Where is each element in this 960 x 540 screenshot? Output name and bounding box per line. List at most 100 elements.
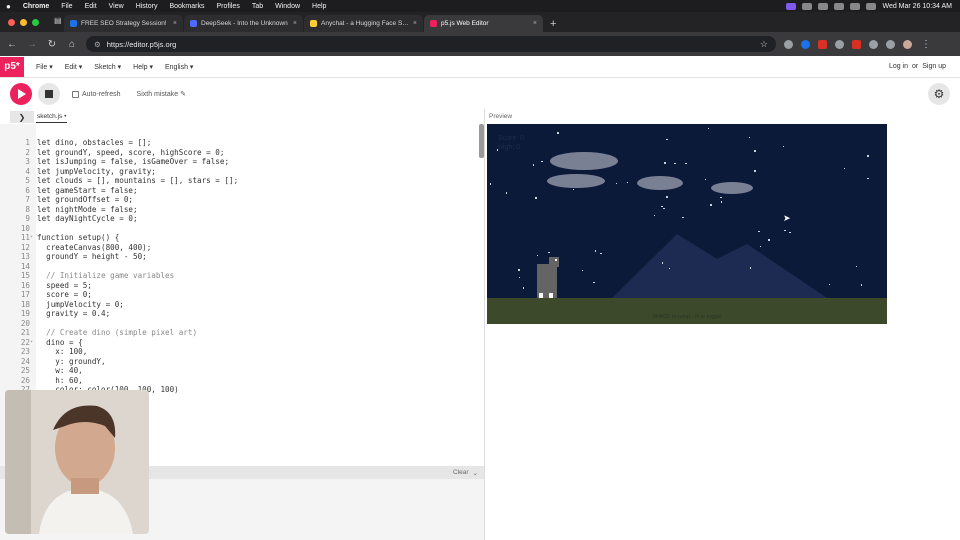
fold-toggle-icon[interactable] — [30, 319, 37, 329]
code-line[interactable]: 2 let groundY, speed, score, highScore = … — [0, 148, 238, 158]
code-text[interactable]: let isJumping = false, isGameOver = fals… — [37, 157, 229, 167]
close-tab-icon[interactable]: × — [173, 20, 177, 27]
search-icon[interactable] — [850, 2, 861, 10]
fold-toggle-icon[interactable] — [30, 347, 37, 357]
back-arrow-icon[interactable]: ← — [6, 39, 18, 50]
chrome-menu-icon[interactable]: ⋮ — [920, 39, 932, 50]
menu-help[interactable]: Help — [306, 3, 332, 10]
minimize-window-icon[interactable] — [20, 19, 27, 26]
fold-toggle-icon[interactable] — [30, 186, 37, 196]
play-button[interactable] — [10, 83, 32, 105]
fold-toggle-icon[interactable] — [30, 224, 37, 234]
battery-icon[interactable] — [818, 2, 829, 10]
forward-arrow-icon[interactable]: → — [26, 39, 38, 50]
menubar-clock[interactable]: Wed Mar 26 10:34 AM — [882, 3, 952, 10]
code-line[interactable]: 5 let clouds = [], mountains = [], stars … — [0, 176, 238, 186]
close-tab-icon[interactable]: × — [413, 20, 417, 27]
fold-toggle-icon[interactable] — [30, 357, 37, 367]
code-text[interactable]: groundY = height - 50; — [37, 252, 147, 262]
menu-file[interactable]: File — [55, 3, 78, 10]
code-text[interactable]: dino = { — [37, 338, 83, 348]
p5-menu-help[interactable]: Help ▾ — [127, 63, 159, 71]
code-line[interactable]: 12 createCanvas(800, 400); — [0, 243, 238, 253]
pane-divider[interactable] — [484, 109, 485, 540]
extension-icon-3[interactable] — [818, 39, 827, 49]
screen-record-icon[interactable] — [802, 2, 813, 10]
browser-tab[interactable]: DeepSeek - Into the Unknown × — [184, 15, 303, 32]
p5-logo[interactable]: p5* — [0, 56, 24, 77]
menu-history[interactable]: History — [130, 3, 164, 10]
p5-menu-file[interactable]: File ▾ — [30, 63, 59, 71]
code-line[interactable]: 24 y: groundY, — [0, 357, 238, 367]
code-line[interactable]: 22 ▾ dino = { — [0, 338, 238, 348]
code-lines[interactable]: 1 let dino, obstacles = []; 2 let groundY, … — [0, 138, 238, 433]
reload-icon[interactable]: ↻ — [46, 39, 58, 50]
fold-toggle-icon[interactable] — [30, 243, 37, 253]
fold-toggle-icon[interactable] — [30, 300, 37, 310]
extension-icon-2[interactable] — [801, 39, 810, 49]
code-line[interactable]: 3 let isJumping = false, isGameOver = fal… — [0, 157, 238, 167]
menu-view[interactable]: View — [103, 3, 130, 10]
sketch-name[interactable]: Sixth mistake ✎ — [137, 90, 186, 98]
fold-toggle-icon[interactable] — [30, 195, 37, 205]
code-text[interactable]: let clouds = [], mountains = [], stars =… — [37, 176, 238, 186]
fold-toggle-icon[interactable] — [30, 366, 37, 376]
code-text[interactable]: w: 40, — [37, 366, 82, 376]
browser-tab[interactable]: p5.js Web Editor × — [424, 15, 543, 32]
sidebar-toggle-button[interactable]: ❯ — [10, 111, 34, 123]
menu-tab[interactable]: Tab — [246, 3, 269, 10]
code-line[interactable]: 17 score = 0; — [0, 290, 238, 300]
menu-edit[interactable]: Edit — [79, 3, 103, 10]
fold-toggle-icon[interactable] — [30, 290, 37, 300]
code-text[interactable]: let groundY, speed, score, highScore = 0… — [37, 148, 224, 158]
code-text[interactable]: function setup() { — [37, 233, 119, 243]
signup-link[interactable]: Sign up — [922, 63, 946, 70]
fold-toggle-icon[interactable] — [30, 271, 37, 281]
menu-profiles[interactable]: Profiles — [210, 3, 245, 10]
close-tab-icon[interactable]: × — [293, 20, 297, 27]
apple-icon[interactable]: ● — [0, 2, 17, 11]
code-line[interactable]: 15 // Initialize game variables — [0, 271, 238, 281]
code-line[interactable]: 10 — [0, 224, 238, 234]
fold-toggle-icon[interactable] — [30, 148, 37, 158]
close-tab-icon[interactable]: × — [533, 20, 537, 27]
fold-toggle-icon[interactable] — [30, 167, 37, 177]
new-tab-button[interactable]: + — [544, 18, 562, 32]
code-line[interactable]: 18 jumpVelocity = 0; — [0, 300, 238, 310]
code-text[interactable]: createCanvas(800, 400); — [37, 243, 151, 253]
code-text[interactable]: x: 100, — [37, 347, 87, 357]
downloads-icon[interactable] — [886, 39, 895, 49]
close-window-icon[interactable] — [8, 19, 15, 26]
browser-tab[interactable]: FREE SEO Strategy Session! × — [64, 15, 183, 32]
bookmark-star-icon[interactable]: ☆ — [760, 39, 768, 50]
code-text[interactable]: gravity = 0.4; — [37, 309, 110, 319]
auto-refresh-toggle[interactable]: Auto-refresh — [72, 90, 121, 98]
browser-tab[interactable]: Anychat - a Hugging Face Sp... × — [304, 15, 423, 32]
code-text[interactable]: let groundOffset = 0; — [37, 195, 133, 205]
fold-toggle-icon[interactable] — [30, 262, 37, 272]
wifi-icon[interactable] — [834, 2, 845, 10]
extension-badge-icon[interactable] — [852, 39, 861, 49]
control-center-icon[interactable] — [866, 2, 877, 10]
code-line[interactable]: 4 let jumpVelocity, gravity; — [0, 167, 238, 177]
login-link[interactable]: Log in — [889, 63, 908, 70]
fold-toggle-icon[interactable] — [30, 205, 37, 215]
site-info-icon[interactable]: ⚙ — [94, 40, 101, 49]
file-tab-sketch-js[interactable]: sketch.js • — [36, 111, 68, 123]
extension-icon-1[interactable] — [784, 39, 793, 49]
sketch-canvas[interactable]: Score: 0 High: 0 SPACE to jump - N to to… — [487, 124, 887, 324]
fold-toggle-icon[interactable] — [30, 252, 37, 262]
code-line[interactable]: 25 w: 40, — [0, 366, 238, 376]
code-line[interactable]: 7 let groundOffset = 0; — [0, 195, 238, 205]
code-text[interactable]: let dayNightCycle = 0; — [37, 214, 138, 224]
fold-toggle-icon[interactable] — [30, 376, 37, 386]
code-text[interactable]: // Initialize game variables — [37, 271, 174, 281]
url-text[interactable]: https://editor.p5js.org — [107, 40, 177, 49]
fold-toggle-icon[interactable] — [30, 157, 37, 167]
settings-gear-icon[interactable]: ⚙ — [928, 83, 950, 105]
code-text[interactable]: let gameStart = false; — [37, 186, 138, 196]
fold-toggle-icon[interactable]: ▾ — [30, 233, 37, 243]
code-line[interactable]: 1 let dino, obstacles = []; — [0, 138, 238, 148]
code-line[interactable]: 9 let dayNightCycle = 0; — [0, 214, 238, 224]
code-text[interactable]: y: groundY, — [37, 357, 105, 367]
